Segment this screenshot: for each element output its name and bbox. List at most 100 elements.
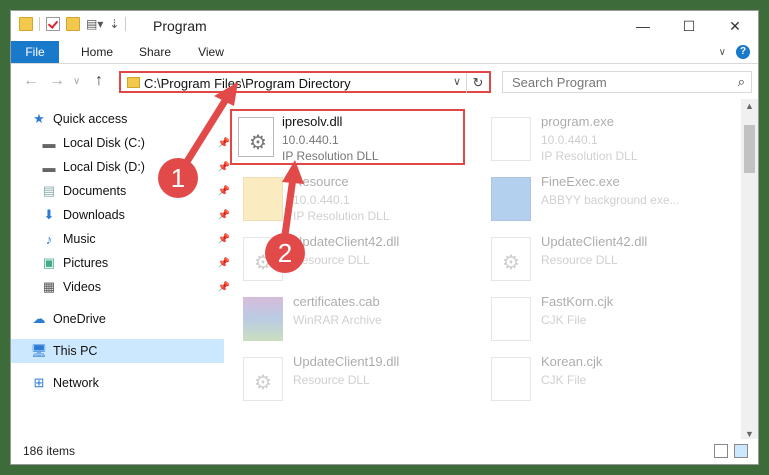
file-name: program.exe	[541, 114, 614, 129]
videos-icon: ▦	[42, 279, 56, 294]
sidebar-item-videos[interactable]: ▦ Videos 📌	[11, 275, 234, 299]
window-title: Program	[153, 18, 207, 34]
sidebar-item-this-pc[interactable]: 🖥 This PC	[11, 339, 224, 363]
minimize-button[interactable]: —	[620, 11, 666, 41]
ribbon-right: ∨ ?	[719, 45, 750, 59]
archive-icon	[243, 297, 283, 341]
expand-ribbon-icon[interactable]: ∨	[719, 47, 726, 58]
title-bar: ▤▾ ⇣ Program — ☐ ✕	[11, 11, 758, 41]
sidebar-item-downloads[interactable]: ⬇ Downloads 📌	[11, 203, 234, 227]
file-description: Resource DLL	[541, 253, 618, 267]
file-description: CJK File	[541, 373, 587, 387]
close-button[interactable]: ✕	[712, 11, 758, 41]
folder-icon	[19, 17, 33, 31]
divider	[39, 17, 40, 31]
exe-file-icon	[491, 117, 531, 161]
file-description: IP Resolution DLL	[282, 149, 379, 163]
customize-toolbar-icon[interactable]: ▤▾	[86, 17, 103, 31]
address-path[interactable]: C:\Program Files\Program Directory	[144, 76, 351, 91]
file-description: ABBYY background exe...	[541, 193, 680, 207]
vertical-scrollbar[interactable]: ▲ ▼	[741, 99, 758, 441]
network-icon: ⊞	[33, 375, 45, 390]
file-item[interactable]: UpdateClient19.dll Resource DLL	[243, 351, 478, 407]
sidebar-item-label: Documents	[63, 184, 127, 198]
file-item[interactable]: certificates.cab WinRAR Archive	[243, 291, 478, 347]
divider	[125, 17, 127, 31]
scroll-thumb[interactable]	[744, 125, 755, 173]
search-icon[interactable]: ⌕	[738, 74, 745, 90]
sidebar-item-label: Music	[63, 232, 96, 246]
ribbon-tabs: File Home Share View ∨ ?	[11, 41, 758, 64]
sidebar-item-label: Network	[53, 376, 99, 390]
navigation-bar: ← → ∨ ↑ C:\Program Files\Program Directo…	[11, 64, 758, 98]
search-input[interactable]: Search Program ⌕	[502, 71, 752, 93]
chevron-down-icon[interactable]: ∨	[453, 75, 461, 88]
file-item[interactable]: Korean.cjk CJK File	[491, 351, 726, 407]
file-item-ipresolv[interactable]: ipresolv.dll 10.0.440.1 IP Resolution DL…	[230, 109, 465, 165]
recent-locations-icon[interactable]: ∨	[73, 76, 80, 87]
chevron-down-icon[interactable]: ▼	[745, 429, 754, 439]
step-badge-2: 2	[265, 233, 305, 273]
document-icon	[491, 297, 531, 341]
large-icons-view-icon[interactable]	[734, 444, 748, 458]
sidebar-item-label: Downloads	[63, 208, 125, 222]
cloud-icon: ☁	[32, 311, 46, 326]
sidebar-item-local-disk-d[interactable]: ▬ Local Disk (D:) 📌	[11, 155, 234, 179]
sidebar-item-local-disk-c[interactable]: ▬ Local Disk (C:) 📌	[11, 131, 234, 155]
file-name: FineExec.exe	[541, 174, 620, 189]
sidebar-item-quick-access[interactable]: ★ Quick access	[11, 107, 224, 131]
refresh-icon[interactable]: ↻	[466, 73, 489, 93]
app-icon	[491, 177, 531, 221]
details-view-icon[interactable]	[714, 444, 728, 458]
tab-file[interactable]: File	[11, 41, 59, 63]
properties-icon[interactable]	[46, 17, 60, 31]
file-item[interactable]: FastKorn.cjk CJK File	[491, 291, 726, 347]
search-placeholder: Search Program	[512, 75, 607, 90]
file-description: IP Resolution DLL	[293, 209, 390, 223]
file-name: certificates.cab	[293, 294, 380, 309]
download-icon: ⬇	[43, 207, 55, 222]
file-description: Resource DLL	[293, 373, 370, 387]
file-item[interactable]: program.exe 10.0.440.1 IP Resolution DLL	[491, 111, 726, 167]
forward-arrow-icon[interactable]: →	[49, 72, 65, 90]
up-arrow-icon[interactable]: ↑	[95, 72, 103, 90]
sidebar-item-network[interactable]: ⊞ Network	[11, 371, 224, 395]
folder-icon	[127, 77, 140, 88]
address-bar[interactable]: C:\Program Files\Program Directory ∨ ↻	[119, 71, 491, 93]
file-item[interactable]: Resource 10.0.440.1 IP Resolution DLL	[243, 171, 478, 227]
sidebar-item-onedrive[interactable]: ☁ OneDrive	[11, 307, 224, 331]
file-item[interactable]: FineExec.exe ABBYY background exe...	[491, 171, 726, 227]
sidebar-item-documents[interactable]: ▤ Documents 📌	[11, 179, 234, 203]
item-count: 186 items	[23, 444, 76, 458]
chevron-up-icon[interactable]: ▲	[745, 101, 754, 111]
dll-file-icon	[238, 117, 274, 157]
quick-access-toolbar: ▤▾ ⇣	[19, 17, 127, 31]
sidebar-item-pictures[interactable]: ▣ Pictures 📌	[11, 251, 234, 275]
new-folder-icon[interactable]	[66, 17, 80, 31]
help-icon[interactable]: ?	[736, 45, 750, 59]
file-name: ipresolv.dll	[282, 114, 343, 129]
tab-view[interactable]: View	[187, 41, 235, 63]
chevron-down-icon[interactable]: ⇣	[109, 17, 119, 31]
file-version: 10.0.440.1	[282, 133, 339, 147]
navigation-pane: ★ Quick access ▬ Local Disk (C:) 📌 ▬ Loc…	[11, 99, 230, 441]
sidebar-item-music[interactable]: ♪ Music 📌	[11, 227, 234, 251]
file-item[interactable]: UpdateClient42.dll Resource DLL	[491, 231, 726, 287]
documents-icon: ▤	[42, 183, 56, 198]
file-name: UpdateClient42.dll	[293, 234, 400, 249]
document-icon	[491, 357, 531, 401]
computer-icon: 🖥	[30, 343, 48, 358]
file-description: IP Resolution DLL	[541, 149, 638, 163]
tab-share[interactable]: Share	[129, 41, 181, 63]
drive-icon: ▬	[42, 159, 56, 175]
sidebar-item-label: OneDrive	[53, 312, 106, 326]
back-arrow-icon[interactable]: ←	[23, 72, 39, 90]
file-name: FastKorn.cjk	[541, 294, 614, 309]
file-description: WinRAR Archive	[293, 313, 382, 327]
window-controls: — ☐ ✕	[620, 11, 758, 41]
maximize-button[interactable]: ☐	[666, 11, 712, 41]
pictures-icon: ▣	[42, 255, 56, 270]
tab-home[interactable]: Home	[73, 41, 121, 63]
explorer-window: ▤▾ ⇣ Program — ☐ ✕ File Home Share View …	[10, 10, 759, 465]
file-version: 10.0.440.1	[541, 133, 598, 147]
